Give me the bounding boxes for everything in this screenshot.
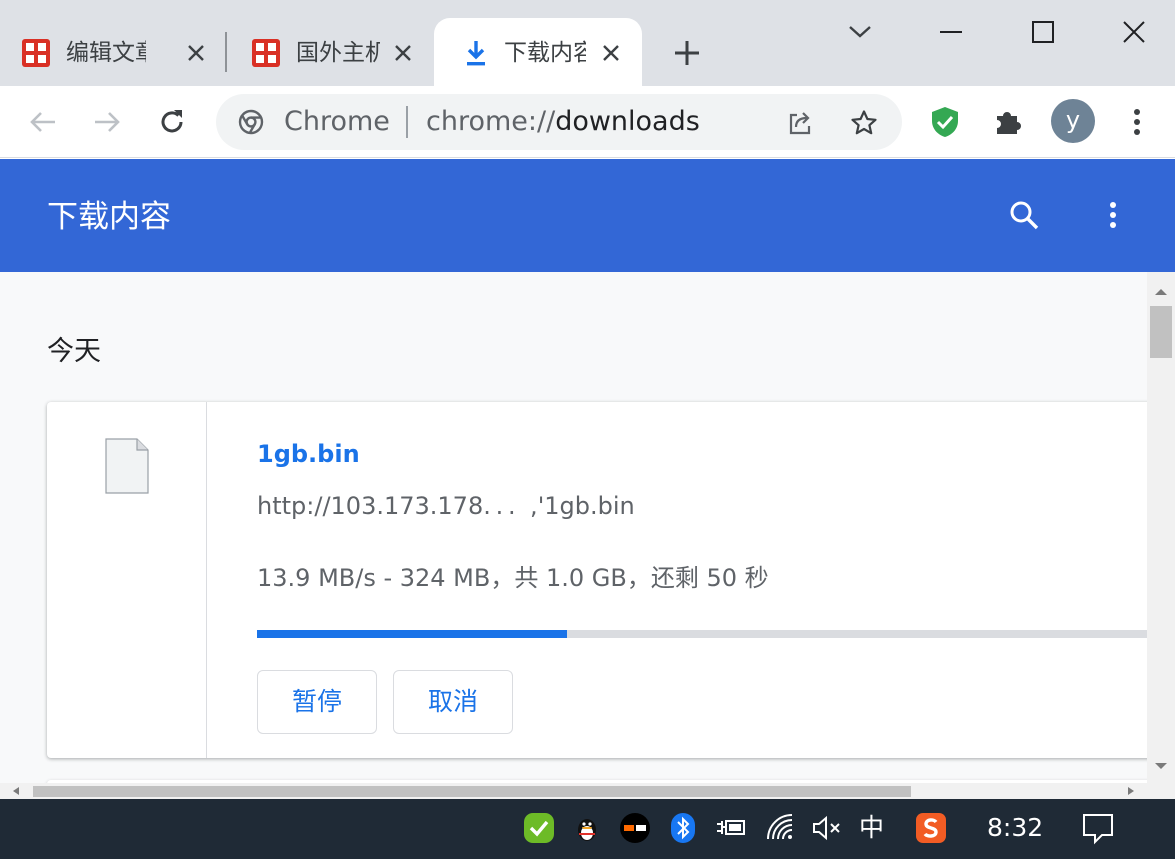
red-seal-icon: [252, 39, 280, 67]
red-seal-icon: [22, 39, 50, 67]
vertical-scroll-thumb[interactable]: [1150, 306, 1172, 358]
search-icon[interactable]: [1006, 197, 1042, 233]
tab-downloads[interactable]: 下载内容: [434, 18, 642, 86]
scroll-down-arrow-icon[interactable]: [1147, 754, 1175, 778]
scroll-up-arrow-icon[interactable]: [1147, 280, 1175, 304]
url-text[interactable]: chrome://downloads: [426, 104, 700, 140]
downloads-header: 下载内容: [0, 159, 1175, 272]
maximize-icon[interactable]: [1025, 14, 1061, 50]
clock[interactable]: 8:32: [987, 811, 1043, 845]
forward-arrow-icon[interactable]: [89, 104, 125, 140]
tab-title: 国外主机: [296, 40, 380, 66]
windows-taskbar: 中 8:32: [0, 799, 1175, 859]
tab-separator: [225, 32, 227, 72]
downloads-list: 今天 1gb.bin http://103.173.178. . . ,'1gb…: [0, 272, 1147, 799]
close-icon[interactable]: [183, 40, 209, 66]
scroll-right-arrow-icon[interactable]: [1121, 783, 1141, 799]
wifi-icon[interactable]: [764, 811, 798, 845]
omnibox-divider: [406, 106, 408, 138]
profile-avatar[interactable]: y: [1051, 99, 1095, 143]
horizontal-scrollbar[interactable]: [0, 783, 1147, 799]
reload-icon[interactable]: [154, 104, 190, 140]
notification-center-icon[interactable]: [1081, 811, 1115, 845]
file-icon: [105, 438, 149, 494]
extensions-puzzle-icon[interactable]: [991, 104, 1027, 140]
host-app-tray-icon[interactable]: [618, 811, 652, 845]
url-host: downloads: [555, 106, 700, 137]
source-url-link[interactable]: http://103.173.178. . . ,'1gb.bin: [257, 490, 635, 522]
tab-search-chevron-icon[interactable]: [842, 14, 878, 50]
new-tab-plus-icon[interactable]: [672, 38, 702, 68]
tab-edit-article[interactable]: 编辑文章: [0, 18, 222, 86]
volume-muted-icon[interactable]: [810, 811, 844, 845]
minimize-icon[interactable]: [933, 14, 969, 50]
download-icon: [467, 41, 485, 66]
vertical-scrollbar[interactable]: [1147, 272, 1175, 799]
page-title: 下载内容: [47, 199, 171, 235]
cancel-button[interactable]: 取消: [393, 670, 513, 734]
bluetooth-icon[interactable]: [666, 811, 700, 845]
back-arrow-icon[interactable]: [25, 104, 61, 140]
window-close-icon[interactable]: [1116, 14, 1152, 50]
site-chip-label: Chrome: [284, 106, 390, 137]
browser-toolbar: Chrome chrome://downloads y: [0, 86, 1175, 158]
ime-language-indicator[interactable]: 中: [859, 811, 884, 845]
date-section-header: 今天: [47, 336, 101, 367]
download-status-text: 13.9 MB/s - 324 MB，共 1.0 GB，还剩 50 秒: [257, 564, 769, 592]
horizontal-scroll-thumb[interactable]: [33, 786, 911, 797]
security-shield-icon[interactable]: [927, 104, 963, 140]
url-scheme: chrome://: [426, 106, 556, 137]
chrome-menu-kebab-icon[interactable]: [1119, 104, 1155, 140]
share-icon[interactable]: [785, 108, 815, 138]
file-name-link[interactable]: 1gb.bin: [257, 438, 360, 470]
close-icon[interactable]: [390, 40, 416, 66]
security-app-tray-icon[interactable]: [522, 811, 556, 845]
file-icon-column: [47, 402, 207, 758]
tab-title: 编辑文章: [66, 40, 146, 66]
more-options-kebab-icon[interactable]: [1095, 197, 1131, 233]
bookmark-star-icon[interactable]: [849, 108, 879, 138]
download-progress-fill: [257, 630, 567, 638]
address-bar[interactable]: Chrome chrome://downloads: [216, 94, 902, 150]
tab-strip: 编辑文章 国外主机 下载内容: [0, 0, 1175, 86]
qq-penguin-tray-icon[interactable]: [570, 811, 604, 845]
battery-plug-icon[interactable]: [714, 811, 748, 845]
download-item-card: 1gb.bin http://103.173.178. . . ,'1gb.bi…: [47, 402, 1147, 758]
download-progress-bar: [257, 630, 1147, 638]
pause-button[interactable]: 暂停: [257, 670, 377, 734]
scroll-left-arrow-icon[interactable]: [6, 783, 26, 799]
close-icon[interactable]: [598, 40, 624, 66]
tab-title: 下载内容: [504, 40, 586, 66]
tab-foreign-host[interactable]: 国外主机: [230, 18, 432, 86]
chrome-logo-icon: [238, 109, 264, 135]
sogou-input-icon[interactable]: [914, 811, 948, 845]
